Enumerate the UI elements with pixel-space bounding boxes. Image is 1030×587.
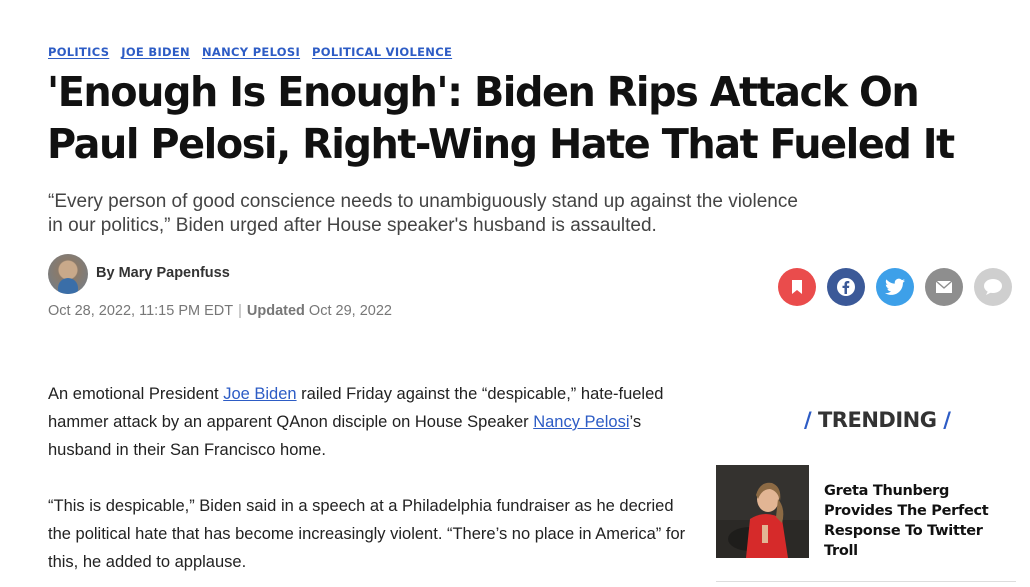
twitter-share-button[interactable]: [876, 268, 914, 306]
author-avatar[interactable]: [48, 254, 88, 294]
trending-label: TRENDING: [817, 408, 937, 432]
dek: “Every person of good conscience needs t…: [48, 191, 798, 236]
facebook-icon: [837, 278, 855, 296]
byline: By Mary Papenfuss: [96, 265, 230, 281]
article-paragraph: An emotional President Joe Biden railed …: [48, 380, 688, 464]
trending-thumbnail: [716, 465, 809, 558]
nancy-pelosi-link[interactable]: Nancy Pelosi: [533, 413, 629, 431]
dateline: Oct 28, 2022, 11:15 PM EDT | Updated Oct 2…: [48, 303, 392, 319]
twitter-icon: [885, 278, 905, 295]
comment-button[interactable]: [974, 268, 1012, 306]
article-paragraph: “This is despicable,” Biden said in a sp…: [48, 497, 686, 571]
share-bar: [778, 268, 1012, 306]
trending-slash-right: /: [943, 408, 951, 432]
trending-heading: / TRENDING /: [804, 408, 951, 432]
joe-biden-link[interactable]: Joe Biden: [223, 385, 296, 403]
divider: [716, 581, 1016, 582]
facebook-share-button[interactable]: [827, 268, 865, 306]
email-share-button[interactable]: [925, 268, 963, 306]
tag-political-violence[interactable]: POLITICAL VIOLENCE: [312, 45, 452, 59]
headline: 'Enough Is Enough': Biden Rips Attack On…: [47, 68, 955, 168]
trending-item-title: Greta Thunberg Provides The Perfect Resp…: [824, 483, 989, 559]
trending-slash-left: /: [804, 408, 812, 432]
published-date: Oct 28, 2022, 11:15 PM EDT: [48, 303, 234, 319]
bookmark-button[interactable]: [778, 268, 816, 306]
updated-date: Oct 29, 2022: [308, 303, 392, 319]
author-name[interactable]: Mary Papenfuss: [119, 265, 230, 281]
date-separator: |: [238, 303, 242, 319]
email-icon: [935, 280, 953, 293]
tag-list: POLITICS JOE BIDEN NANCY PELOSI POLITICA…: [48, 45, 452, 59]
trending-photo: [716, 465, 809, 558]
updated-label: Updated: [246, 303, 305, 319]
paragraph-text: An emotional President: [48, 385, 224, 403]
article-body: An emotional President Joe Biden railed …: [48, 380, 688, 587]
bookmark-icon: [792, 280, 802, 294]
byline-prefix: By: [96, 265, 115, 281]
tag-politics[interactable]: POLITICS: [48, 45, 109, 59]
comment-icon: [984, 279, 1002, 295]
tag-nancy-pelosi[interactable]: NANCY PELOSI: [202, 45, 300, 59]
trending-item[interactable]: Greta Thunberg Provides The Perfect Resp…: [716, 465, 1016, 575]
tag-joe-biden[interactable]: JOE BIDEN: [121, 45, 190, 59]
